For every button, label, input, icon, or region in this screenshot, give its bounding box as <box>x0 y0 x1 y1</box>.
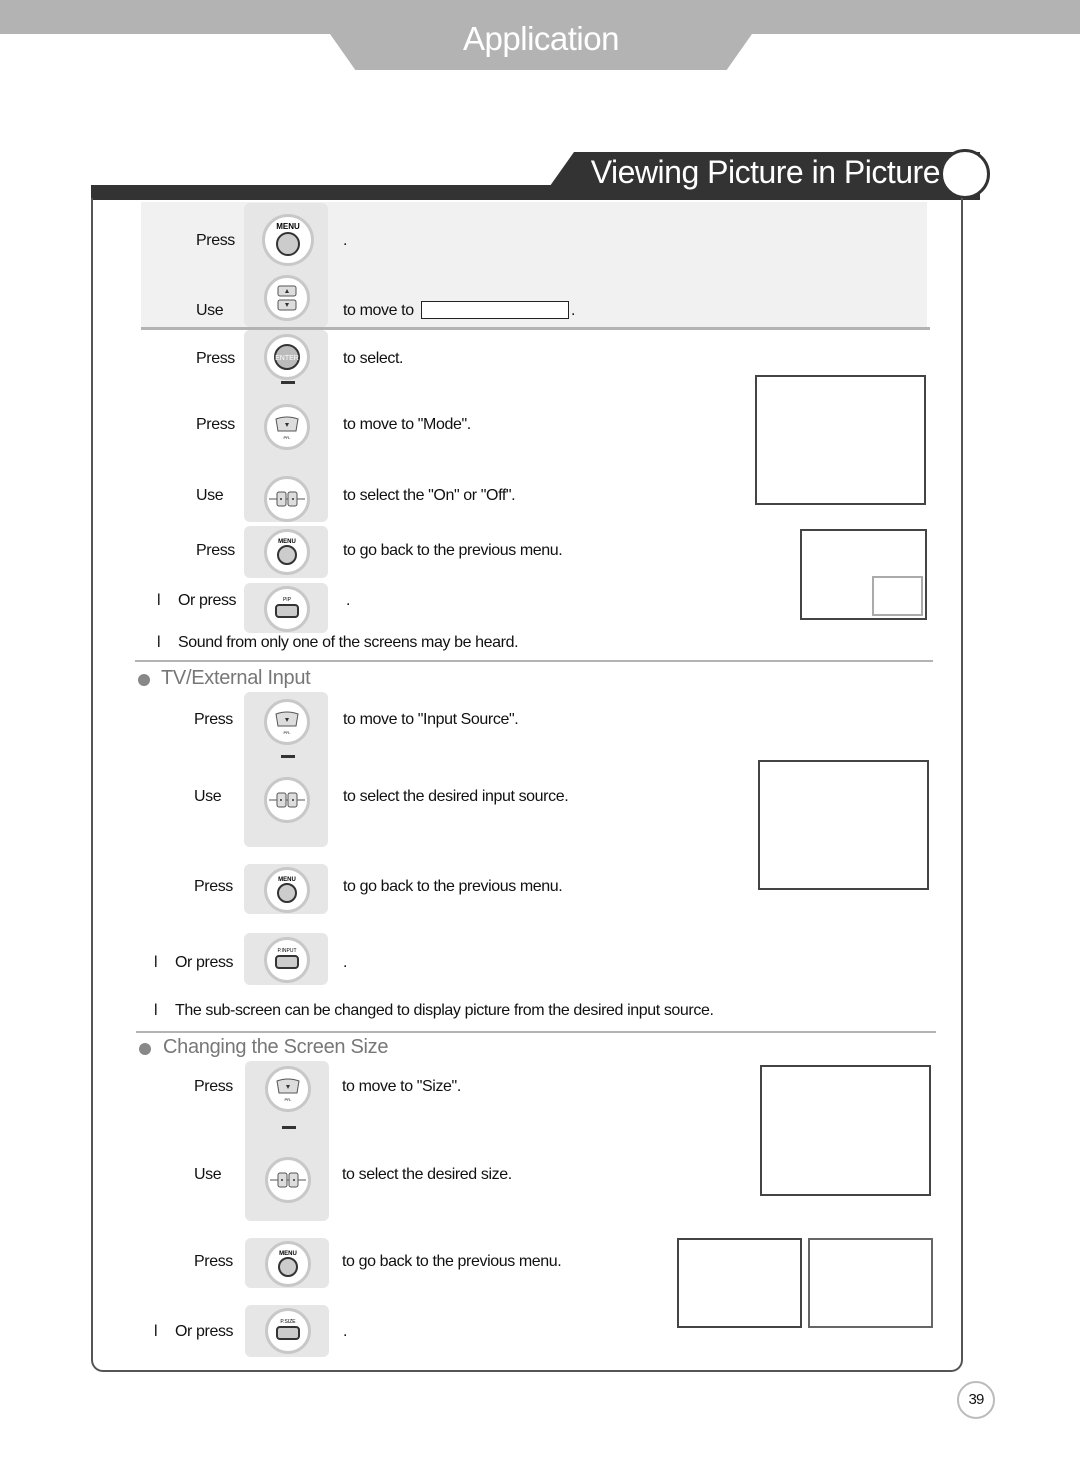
svg-text:PIP: PIP <box>283 597 292 603</box>
menu-button-icon: MENU <box>265 1241 311 1287</box>
note-text: The sub-screen can be changed to display… <box>175 1002 714 1019</box>
split-screen-left <box>677 1238 802 1328</box>
bullet-marker: l <box>154 1323 158 1340</box>
page-number: 39 <box>957 1381 995 1419</box>
pip-button-icon: PIP <box>264 586 310 632</box>
step-verb: Use <box>194 788 222 805</box>
or-press-label: Or press <box>175 954 234 971</box>
step-text: to go back to the previous menu. <box>343 878 563 895</box>
left-right-button-icon <box>264 476 310 522</box>
step-text: . <box>346 592 351 609</box>
step-verb: Press <box>196 232 235 249</box>
section-divider <box>135 660 933 662</box>
left-right-button-icon <box>265 1157 311 1203</box>
bullet-marker: l <box>154 1002 158 1019</box>
step-text: . <box>343 1323 348 1340</box>
pinput-button-icon: P.INPUT <box>264 937 310 983</box>
step-verb: Press <box>196 416 235 433</box>
step-text: to select the "On" or "Off". <box>343 487 516 504</box>
enter-button-icon: ENTER <box>264 334 310 380</box>
step-text: to move to "Size". <box>342 1078 461 1095</box>
svg-text:P.INPUT: P.INPUT <box>277 948 296 954</box>
step-text: to go back to the previous menu. <box>342 1253 562 1270</box>
svg-text:PR-: PR- <box>284 435 292 440</box>
step-text: to select the desired size. <box>342 1166 512 1183</box>
or-press-label: Or press <box>178 592 237 609</box>
menu-button-icon: MENU <box>264 529 310 575</box>
tv-screen-illustration <box>758 760 929 890</box>
bullet-marker: l <box>154 954 158 971</box>
section-bullet-icon <box>139 1043 151 1055</box>
step-verb: Press <box>194 1253 233 1270</box>
tv-screen-illustration <box>755 375 926 505</box>
down-button-icon: PR- <box>264 404 310 450</box>
svg-text:MENU: MENU <box>279 1251 297 1257</box>
step-text: to move to <box>343 302 414 319</box>
menu-button-icon: MENU <box>264 867 310 913</box>
step-text: . <box>343 954 348 971</box>
step-verb: Press <box>196 350 235 367</box>
step-trailing: . <box>571 302 576 319</box>
section-heading: TV/External Input <box>161 667 311 689</box>
up-down-button-icon <box>264 275 310 321</box>
split-screen-right <box>808 1238 933 1328</box>
down-button-icon: PR- <box>265 1066 311 1112</box>
svg-text:ENTER: ENTER <box>275 355 299 362</box>
step-verb: Press <box>194 878 233 895</box>
or-press-label: Or press <box>175 1323 234 1340</box>
pip-sub-screen <box>872 576 923 616</box>
step-text: to move to "Mode". <box>343 416 471 433</box>
svg-text:P.SIZE: P.SIZE <box>280 1319 296 1325</box>
section-title: Viewing Picture in Picture <box>590 154 941 190</box>
step-verb: Use <box>196 487 224 504</box>
step-text: to move to "Input Source". <box>343 711 519 728</box>
svg-text:MENU: MENU <box>278 877 296 883</box>
step-verb: Press <box>194 711 233 728</box>
step-text: to go back to the previous menu. <box>343 542 563 559</box>
step-text: to select. <box>343 350 404 367</box>
step-verb: Use <box>194 1166 222 1183</box>
step-text: . <box>343 232 348 249</box>
category-title: Application <box>463 20 619 57</box>
svg-text:PR-: PR- <box>284 730 292 735</box>
psize-button-icon: P.SIZE <box>265 1308 311 1354</box>
step-verb: Press <box>194 1078 233 1095</box>
step-verb: Press <box>196 542 235 559</box>
separator-dash <box>281 755 295 758</box>
step-verb: Use <box>196 302 224 319</box>
section-bullet-icon <box>138 674 150 686</box>
menu-button-icon: MENU <box>262 214 314 266</box>
step-text: to select the desired input source. <box>343 788 569 805</box>
svg-text:MENU: MENU <box>276 222 300 231</box>
bullet-marker: l <box>157 592 161 609</box>
down-button-icon: PR- <box>264 699 310 745</box>
bullet-marker: l <box>157 634 161 651</box>
svg-text:PR-: PR- <box>285 1097 293 1102</box>
section-heading: Changing the Screen Size <box>163 1036 389 1058</box>
left-right-button-icon <box>264 777 310 823</box>
section-circle-icon <box>940 149 990 199</box>
menu-item-placeholder-box <box>421 301 569 319</box>
separator-dash <box>281 381 295 384</box>
tv-screen-illustration <box>760 1065 931 1196</box>
section-divider <box>136 1031 936 1033</box>
note-text: Sound from only one of the screens may b… <box>178 634 519 651</box>
svg-text:MENU: MENU <box>278 539 296 545</box>
separator-dash <box>282 1126 296 1129</box>
